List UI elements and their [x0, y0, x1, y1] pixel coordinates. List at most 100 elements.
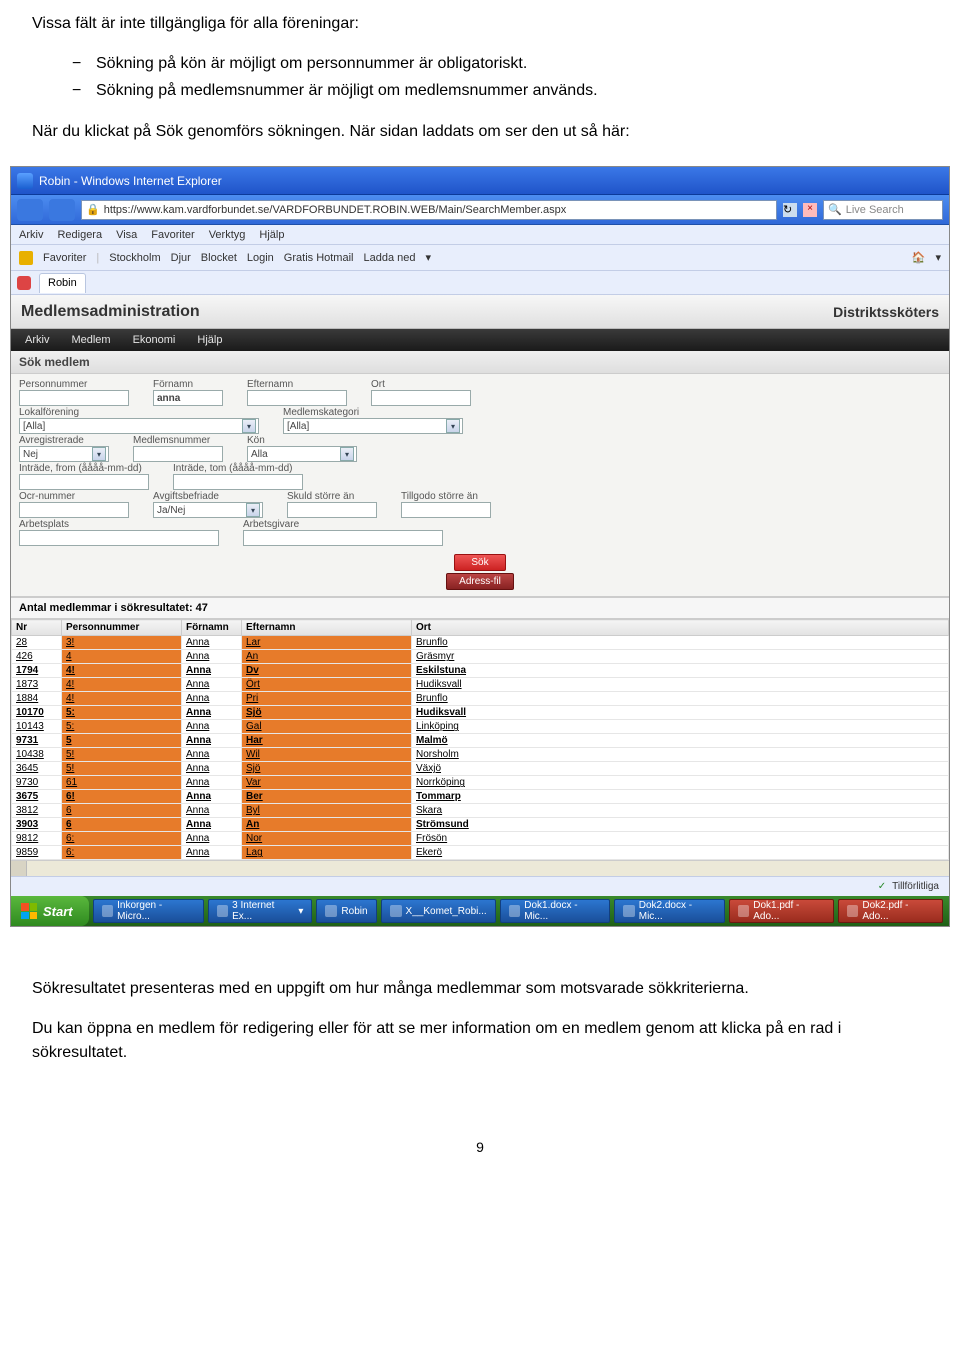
fav-link-laddaned[interactable]: Ladda ned: [363, 252, 415, 264]
table-row[interactable]: 18844!AnnaPriBrunflo: [12, 692, 949, 706]
stop-icon[interactable]: ×: [803, 203, 817, 217]
task-pdf-dok1[interactable]: Dok1.pdf - Ado...: [729, 899, 834, 923]
address-bar[interactable]: 🔒 https://www.kam.vardforbundet.se/VARDF…: [81, 200, 777, 220]
back-button[interactable]: [17, 199, 43, 221]
input-efternamn[interactable]: [247, 390, 347, 406]
input-personnummer[interactable]: [19, 390, 129, 406]
refresh-icon[interactable]: ↻: [783, 203, 797, 217]
task-inbox[interactable]: Inkorgen - Micro...: [93, 899, 204, 923]
field-efternamn: Efternamn: [247, 379, 347, 406]
table-row[interactable]: 17944!AnnaDvEskilstuna: [12, 664, 949, 678]
select-lokalforening[interactable]: [Alla]▾: [19, 418, 259, 434]
ie-icon: [217, 905, 228, 917]
ie-menu-hjalp[interactable]: Hjälp: [259, 229, 284, 241]
fav-link-hotmail[interactable]: Gratis Hotmail: [284, 252, 354, 264]
fav-link-stockholm[interactable]: Stockholm: [109, 252, 160, 264]
select-medlemskategori[interactable]: [Alla]▾: [283, 418, 463, 434]
input-ort[interactable]: [371, 390, 471, 406]
ie-menu-arkiv[interactable]: Arkiv: [19, 229, 43, 241]
star-icon[interactable]: [19, 251, 33, 265]
cell-personnummer: 6:: [62, 832, 182, 846]
browser-search-box[interactable]: 🔍 Live Search: [823, 200, 943, 220]
cell-ort: Ekerö: [412, 846, 949, 860]
cell-ort: Norrköping: [412, 776, 949, 790]
col-fornamn[interactable]: Förnamn: [182, 620, 242, 636]
input-arbetsplats[interactable]: [19, 530, 219, 546]
table-row[interactable]: 104385!AnnaWilNorsholm: [12, 748, 949, 762]
table-row[interactable]: 39036AnnaAnStrömsund: [12, 818, 949, 832]
cell-personnummer: 61: [62, 776, 182, 790]
ie-menu-verktyg[interactable]: Verktyg: [209, 229, 246, 241]
appmenu-arkiv[interactable]: Arkiv: [25, 334, 49, 346]
task-robin[interactable]: Robin: [316, 899, 376, 923]
ie-menu-redigera[interactable]: Redigera: [57, 229, 102, 241]
dash-icon: −: [72, 50, 84, 77]
table-row[interactable]: 98126:AnnaNorFrösön: [12, 832, 949, 846]
input-medlemsnummer[interactable]: [133, 446, 223, 462]
table-row[interactable]: 98596:AnnaLagEkerö: [12, 846, 949, 860]
appmenu-medlem[interactable]: Medlem: [71, 334, 110, 346]
col-nr[interactable]: Nr: [12, 620, 62, 636]
table-row[interactable]: 36455!AnnaSjöVäxjö: [12, 762, 949, 776]
input-arbetsgivare[interactable]: [243, 530, 443, 546]
col-efternamn[interactable]: Efternamn: [242, 620, 412, 636]
field-fornamn: Förnamn anna: [153, 379, 223, 406]
table-row[interactable]: 97315AnnaHarMalmö: [12, 734, 949, 748]
scroll-left-arrow[interactable]: [11, 861, 27, 876]
fav-link-djur[interactable]: Djur: [171, 252, 191, 264]
fav-link-blocket[interactable]: Blocket: [201, 252, 237, 264]
table-row[interactable]: 283!AnnaLarBrunflo: [12, 636, 949, 650]
select-avgiftsbefriade[interactable]: Ja/Nej▾: [153, 502, 263, 518]
search-button[interactable]: Sök: [454, 554, 505, 571]
cell-ort: Strömsund: [412, 818, 949, 832]
task-ie-group[interactable]: 3 Internet Ex...▾: [208, 899, 313, 923]
addressfile-button[interactable]: Adress-fil: [446, 573, 514, 590]
input-fornamn[interactable]: anna: [153, 390, 223, 406]
lock-icon: 🔒: [86, 203, 100, 216]
table-row[interactable]: 101705:AnnaSjöHudiksvall: [12, 706, 949, 720]
table-row[interactable]: 101435:AnnaGalLinköping: [12, 720, 949, 734]
windows-taskbar: Start Inkorgen - Micro... 3 Internet Ex.…: [11, 896, 949, 926]
input-skuld[interactable]: [287, 502, 377, 518]
select-avregistrerade[interactable]: Nej▾: [19, 446, 109, 462]
cell-ort: Linköping: [412, 720, 949, 734]
task-word-dok1[interactable]: Dok1.docx - Mic...: [500, 899, 610, 923]
ie-menu-visa[interactable]: Visa: [116, 229, 137, 241]
results-header-row: Nr Personnummer Förnamn Efternamn Ort: [12, 620, 949, 636]
label-efternamn: Efternamn: [247, 379, 347, 390]
input-ocrnummer[interactable]: [19, 502, 129, 518]
table-row[interactable]: 973061AnnaVarNorrköping: [12, 776, 949, 790]
input-intrade-tom[interactable]: [173, 474, 303, 490]
table-row[interactable]: 36756!AnnaBerTommarp: [12, 790, 949, 804]
table-row[interactable]: 18734!AnnaÖrtHudiksvall: [12, 678, 949, 692]
start-button[interactable]: Start: [11, 896, 89, 926]
field-ort: Ort: [371, 379, 471, 406]
col-personnummer[interactable]: Personnummer: [62, 620, 182, 636]
horizontal-scrollbar[interactable]: [11, 860, 949, 876]
appmenu-hjalp[interactable]: Hjälp: [197, 334, 222, 346]
cell-efternamn: Var: [242, 776, 412, 790]
input-tillgodo[interactable]: [401, 502, 491, 518]
cell-personnummer: 4!: [62, 678, 182, 692]
task-pdf-dok2[interactable]: Dok2.pdf - Ado...: [838, 899, 943, 923]
chevron-down-icon[interactable]: ▾: [425, 251, 431, 264]
select-kon[interactable]: Alla▾: [247, 446, 357, 462]
chevron-down-icon: ▾: [298, 906, 303, 917]
tab-robin[interactable]: Robin: [39, 273, 86, 293]
task-word-komet[interactable]: X__Komet_Robi...: [381, 899, 496, 923]
cell-efternamn: Pri: [242, 692, 412, 706]
ie-menu-favoriter[interactable]: Favoriter: [151, 229, 194, 241]
cell-nr: 10438: [12, 748, 62, 762]
after-text-2: Du kan öppna en medlem för redigering el…: [0, 1011, 960, 1079]
fav-link-login[interactable]: Login: [247, 252, 274, 264]
col-ort[interactable]: Ort: [412, 620, 949, 636]
input-intrade-from[interactable]: [19, 474, 149, 490]
table-row[interactable]: 4264AnnaAnGräsmyr: [12, 650, 949, 664]
home-icon[interactable]: 🏠: [912, 251, 926, 264]
cell-fornamn: Anna: [182, 818, 242, 832]
task-word-dok2[interactable]: Dok2.docx - Mic...: [614, 899, 724, 923]
label-arbetsplats: Arbetsplats: [19, 519, 219, 530]
appmenu-ekonomi[interactable]: Ekonomi: [133, 334, 176, 346]
forward-button[interactable]: [49, 199, 75, 221]
table-row[interactable]: 38126AnnaBylSkara: [12, 804, 949, 818]
